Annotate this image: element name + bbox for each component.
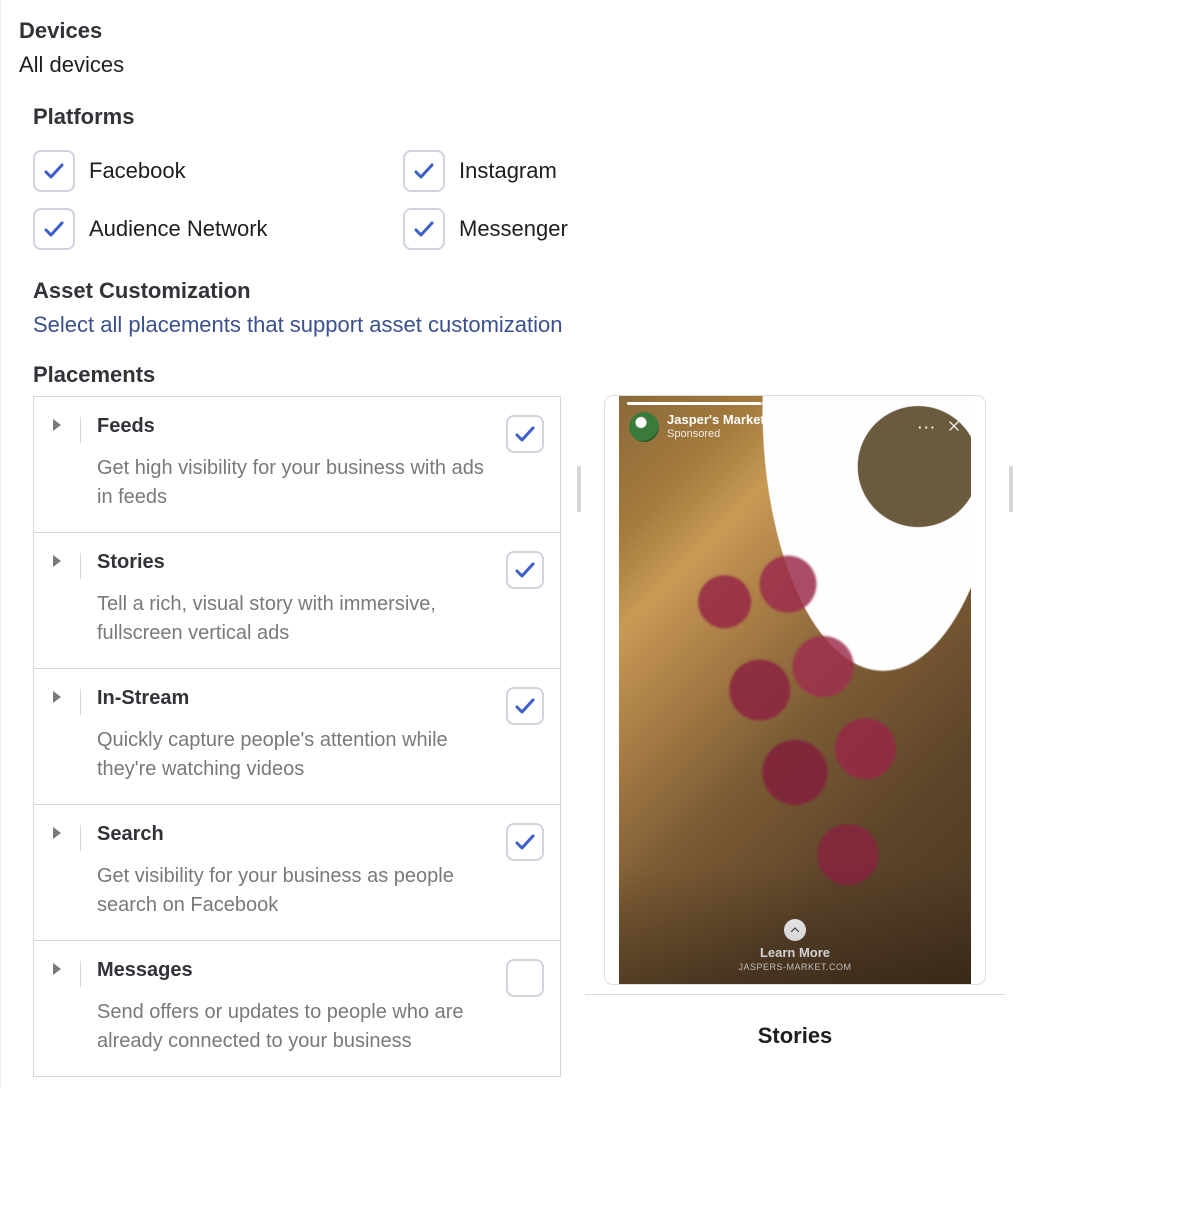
- asset-customization-heading: Asset Customization: [33, 278, 1172, 304]
- divider: [80, 417, 81, 443]
- placement-title: In-Stream: [97, 687, 498, 710]
- placement-stories-row: Stories Tell a rich, visual story with i…: [34, 533, 560, 669]
- placement-desc: Send offers or updates to people who are…: [97, 998, 487, 1056]
- caret-right-icon: [53, 691, 61, 703]
- more-icon[interactable]: ···: [918, 420, 937, 435]
- placement-title: Stories: [97, 551, 498, 574]
- placement-desc: Quickly capture people's attention while…: [97, 726, 487, 784]
- platform-facebook: Facebook: [33, 150, 403, 192]
- platform-instagram: Instagram: [403, 150, 773, 192]
- cta-label: Learn More: [619, 945, 971, 960]
- platform-messenger-checkbox[interactable]: [403, 208, 445, 250]
- devices-heading: Devices: [19, 18, 1172, 44]
- platform-facebook-checkbox[interactable]: [33, 150, 75, 192]
- placement-in-stream-row: In-Stream Quickly capture people's atten…: [34, 669, 560, 805]
- platform-label: Instagram: [459, 158, 557, 184]
- phone-button-right: [1009, 466, 1013, 512]
- placement-search-checkbox[interactable]: [506, 823, 544, 861]
- expand-toggle[interactable]: [46, 551, 68, 567]
- expand-toggle[interactable]: [46, 687, 68, 703]
- placement-feeds-row: Feeds Get high visibility for your busin…: [34, 397, 560, 533]
- expand-toggle[interactable]: [46, 823, 68, 839]
- platform-label: Facebook: [89, 158, 186, 184]
- placement-in-stream-checkbox[interactable]: [506, 687, 544, 725]
- swipe-up-icon: [784, 919, 806, 941]
- platform-messenger: Messenger: [403, 208, 773, 250]
- placements-list: Feeds Get high visibility for your busin…: [33, 396, 561, 1077]
- placement-feeds-checkbox[interactable]: [506, 415, 544, 453]
- platform-label: Messenger: [459, 216, 568, 242]
- divider: [80, 553, 81, 579]
- expand-toggle[interactable]: [46, 959, 68, 975]
- devices-value: All devices: [19, 52, 1172, 78]
- preview-caption: Stories: [585, 1023, 1005, 1049]
- platforms-heading: Platforms: [33, 104, 1172, 130]
- platform-instagram-checkbox[interactable]: [403, 150, 445, 192]
- platform-audience-network-checkbox[interactable]: [33, 208, 75, 250]
- caret-right-icon: [53, 827, 61, 839]
- asset-customization-link[interactable]: Select all placements that support asset…: [33, 312, 1172, 338]
- platform-audience-network: Audience Network: [33, 208, 403, 250]
- expand-toggle[interactable]: [46, 415, 68, 431]
- placement-title: Messages: [97, 959, 498, 982]
- story-progress-bar: [627, 402, 963, 405]
- caret-right-icon: [53, 963, 61, 975]
- phone-button-left: [577, 466, 581, 512]
- preview-divider: [585, 994, 1005, 995]
- placement-title: Search: [97, 823, 498, 846]
- platforms-grid: Facebook Instagram Audience Network Mess…: [33, 150, 1172, 250]
- placement-desc: Get high visibility for your business wi…: [97, 454, 487, 512]
- placement-stories-checkbox[interactable]: [506, 551, 544, 589]
- preview-phone: Jasper's Market Sponsored ···: [605, 396, 985, 984]
- story-preview-image: Jasper's Market Sponsored ···: [619, 396, 971, 984]
- preview-column: Jasper's Market Sponsored ···: [585, 396, 1005, 1049]
- placement-messages-row: Messages Send offers or updates to peopl…: [34, 941, 560, 1076]
- divider: [80, 689, 81, 715]
- placement-search-row: Search Get visibility for your business …: [34, 805, 560, 941]
- placement-messages-checkbox[interactable]: [506, 959, 544, 997]
- divider: [80, 961, 81, 987]
- story-cta[interactable]: Learn More JASPERS-MARKET.COM: [619, 919, 971, 972]
- divider: [80, 825, 81, 851]
- story-header: Jasper's Market Sponsored ···: [629, 412, 961, 442]
- avatar: [629, 412, 659, 442]
- cta-url: JASPERS-MARKET.COM: [619, 962, 971, 972]
- caret-right-icon: [53, 555, 61, 567]
- platform-label: Audience Network: [89, 216, 268, 242]
- placement-desc: Tell a rich, visual story with immersive…: [97, 590, 487, 648]
- story-sponsored-label: Sponsored: [667, 428, 765, 441]
- close-icon[interactable]: [947, 419, 961, 436]
- placements-heading: Placements: [33, 362, 1172, 388]
- story-brand-name: Jasper's Market: [667, 413, 765, 428]
- placement-desc: Get visibility for your business as peop…: [97, 862, 487, 920]
- placement-title: Feeds: [97, 415, 498, 438]
- caret-right-icon: [53, 419, 61, 431]
